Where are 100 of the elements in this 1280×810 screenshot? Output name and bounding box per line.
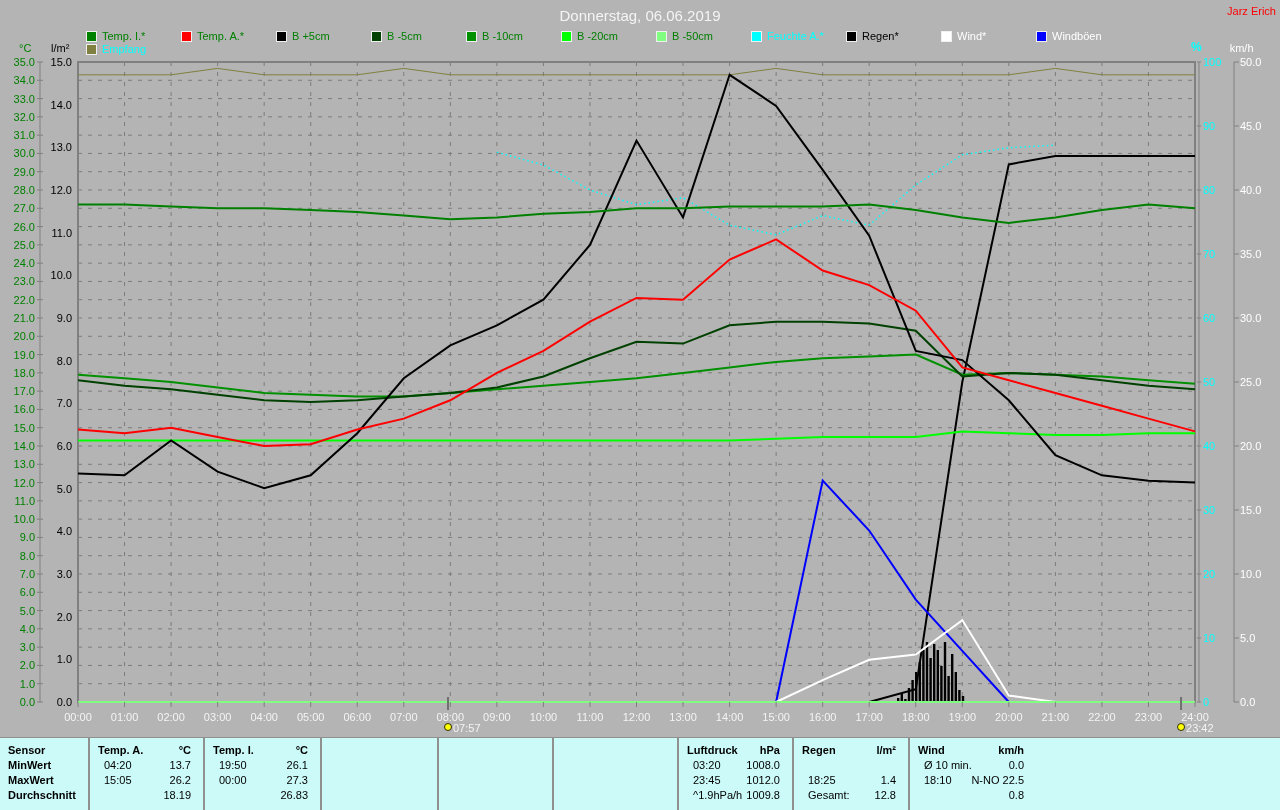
axis-tick-label: 90	[1203, 120, 1216, 132]
legend-label: Temp. I.*	[102, 30, 146, 43]
table-cell: 13.7	[169, 758, 191, 773]
table-cell: 0.8	[1008, 788, 1024, 803]
unit-label: km/h	[998, 743, 1024, 758]
axis-tick-label: 5.0	[19, 604, 35, 617]
sun-icon	[1177, 723, 1185, 731]
chart-title: Donnerstag, 06.06.2019	[559, 6, 721, 24]
unit-label: hPa	[759, 743, 780, 758]
unit-label: °C	[295, 743, 308, 758]
legend-label: Windböen	[1052, 30, 1102, 43]
time-axis-label: 24:00	[1181, 711, 1209, 723]
axis-tick-label: 21.0	[13, 312, 35, 324]
axis-tick-label: 9.0	[56, 312, 72, 324]
axis-tick-label: 10	[1203, 632, 1216, 644]
time-axis-label: 14:00	[715, 711, 744, 723]
sun-time-label: 23:42	[1186, 722, 1214, 734]
axis-tick-label: 3.0	[56, 568, 72, 580]
axis-tick-label: 0	[1203, 696, 1210, 708]
legend-label: Wind*	[957, 30, 987, 43]
axis-tick-label: 35.0	[13, 56, 35, 68]
axis-tick-label: 19.0	[13, 348, 35, 361]
axis-tick-label: 20.0	[13, 330, 35, 343]
axis-tick-label: 0.0	[56, 696, 72, 708]
table-cell: 26.83	[280, 788, 308, 803]
row-label: Sensor	[8, 743, 47, 758]
axis-tick-label: 14.0	[50, 98, 72, 111]
axis-tick-label: 1.0	[19, 677, 35, 690]
axis-unit-label: km/h	[1229, 42, 1254, 54]
author-label: Jarz Erich	[1227, 5, 1276, 17]
legend-label: Regen*	[862, 30, 899, 43]
axis-tick-label: 40.0	[1240, 184, 1262, 196]
axis-tick-label: 6.0	[56, 440, 72, 452]
table-cell: N-NO 22.5	[971, 773, 1024, 788]
legend-label: B +5cm	[292, 30, 330, 43]
table-cell: 12.8	[874, 788, 896, 803]
table-cell-text: 23:45	[692, 773, 721, 788]
axis-tick-label: 30.0	[13, 147, 35, 160]
table-cell-text: ^1.9hPa/h	[692, 788, 743, 803]
axis-tick-label: 4.0	[56, 525, 72, 538]
table-cell-text: 00:00	[218, 773, 247, 788]
axis-tick-label: 17.0	[13, 385, 35, 398]
time-axis-label: 23:00	[1134, 711, 1163, 723]
axis-unit-label: l/m²	[51, 42, 70, 54]
table-cell-text: 04:20	[103, 758, 132, 773]
axis-tick-label: 80	[1203, 184, 1216, 196]
axis-tick-label: 13.0	[13, 458, 35, 471]
axis-tick-label: 24.0	[13, 257, 35, 270]
column-header: Regen	[802, 743, 836, 758]
axis-tick-label: 15.0	[13, 421, 35, 434]
axis-tick-label: 15.0	[1240, 504, 1262, 516]
axis-tick-label: 50	[1203, 376, 1216, 388]
table-cell-text: 18:10	[923, 773, 952, 788]
axis-tick-label: 5.0	[1240, 632, 1256, 644]
legend-label: B -50cm	[672, 30, 713, 43]
time-axis-label: 06:00	[343, 711, 371, 723]
table-cell-text: 18:25	[807, 773, 836, 788]
axis-tick-label: 11.0	[14, 494, 35, 507]
axis-tick-label: 34.0	[13, 74, 35, 87]
axis-tick-label: 2.0	[56, 610, 72, 623]
axis-tick-label: 33.0	[13, 92, 35, 105]
time-axis-label: 21:00	[1041, 711, 1070, 723]
column-header: Temp. A.	[98, 743, 144, 758]
axis-tick-label: 8.0	[56, 354, 72, 367]
axis-tick-label: 18.0	[13, 366, 35, 379]
axis-tick-label: 32.0	[13, 110, 35, 123]
table-cell: 27.3	[286, 773, 308, 788]
axis-unit-label: %	[1191, 40, 1202, 54]
axis-tick-label: 27.0	[13, 202, 35, 215]
time-axis-label: 09:00	[483, 711, 511, 723]
table-cell-text: 19:50	[218, 758, 247, 773]
axis-tick-label: 11.0	[51, 226, 72, 239]
table-cell-text: Gesamt:	[807, 788, 850, 803]
axis-tick-label: 5.0	[56, 482, 72, 495]
axis-tick-label: 7.0	[56, 397, 72, 410]
table-cell-text: 15:05	[103, 773, 132, 788]
unit-label: °C	[178, 743, 191, 758]
table-cell: 1012.0	[746, 773, 780, 788]
rain-bars-drawing	[897, 642, 965, 702]
time-axis-label: 05:00	[296, 711, 325, 723]
axis-tick-label: 45.0	[1240, 120, 1262, 132]
time-axis-label: 12:00	[622, 711, 651, 723]
axis-tick-label: 9.0	[19, 531, 35, 544]
legend-label: Empfang	[102, 43, 147, 56]
axis-tick-label: 35.0	[1240, 248, 1262, 260]
time-axis-label: 04:00	[250, 711, 278, 723]
axis-tick-label: 12.0	[50, 184, 72, 196]
row-label: Durchschnitt	[8, 788, 76, 803]
legend-label: Temp. A.*	[197, 30, 245, 43]
axis-tick-label: 0.0	[19, 696, 35, 708]
row-label: MinWert	[8, 758, 53, 773]
time-axis-label: 03:00	[203, 711, 232, 723]
time-axis-label: 00:00	[64, 711, 92, 723]
axis-tick-label: 0.0	[1240, 696, 1256, 708]
axis-tick-label: 25.0	[1240, 376, 1262, 388]
time-axis-label: 10:00	[529, 711, 558, 723]
time-axis-label: 13:00	[669, 711, 697, 723]
legend-label: Feuchte A.*	[767, 30, 824, 43]
axis-tick-label: 8.0	[19, 549, 35, 562]
axis-tick-label: 30.0	[1240, 312, 1262, 324]
